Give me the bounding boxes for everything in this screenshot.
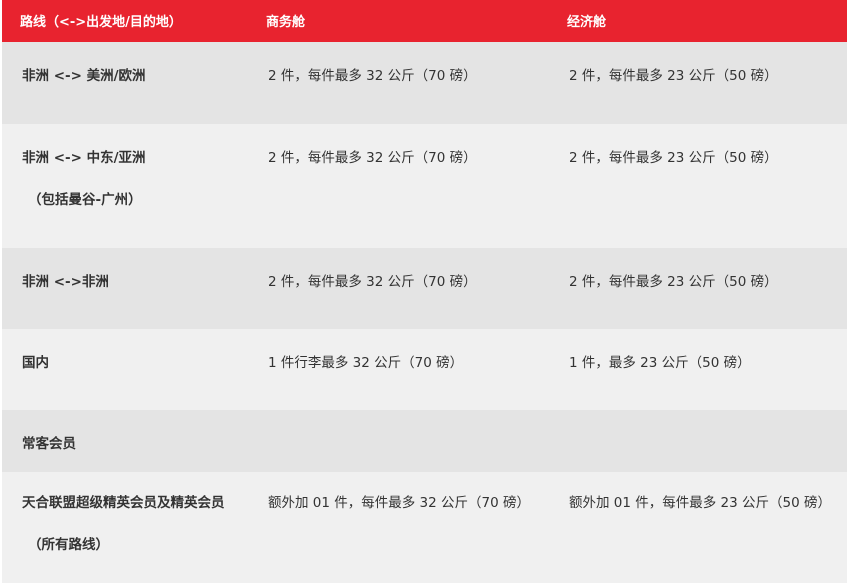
route-label: 非洲 <-> 美洲/欧洲 (22, 68, 146, 84)
route-cell: 非洲 <-> 中东/亚洲 （包括曼谷-广州） (2, 124, 248, 248)
route-label: 非洲 <-> 中东/亚洲 (22, 150, 146, 166)
route-cell: 非洲 <-> 美洲/欧洲 (2, 42, 248, 124)
table-row: 非洲 <-> 美洲/欧洲 2 件，每件最多 32 公斤（70 磅） 2 件，每件… (2, 42, 847, 124)
table-row: 国内 1 件行李最多 32 公斤（70 磅） 1 件，最多 23 公斤（50 磅… (2, 329, 847, 410)
business-allowance-cell: 2 件，每件最多 32 公斤（70 磅） (248, 42, 549, 124)
business-allowance-cell (248, 410, 549, 472)
business-allowance-cell: 2 件，每件最多 32 公斤（70 磅） (248, 124, 549, 248)
business-allowance-cell: 2 件，每件最多 32 公斤（70 磅） (248, 248, 549, 329)
route-note: （所有路线） (28, 537, 109, 553)
section-label-cell: 常客会员 (2, 410, 248, 472)
economy-allowance-cell: 1 件，最多 23 公斤（50 磅） (549, 329, 847, 410)
route-cell: 国内 (2, 329, 248, 410)
table-row: 非洲 <->非洲 2 件，每件最多 32 公斤（70 磅） 2 件，每件最多 2… (2, 248, 847, 329)
table-row: 非洲 <-> 中东/亚洲 （包括曼谷-广州） 2 件，每件最多 32 公斤（70… (2, 124, 847, 248)
route-cell: 天合联盟超级精英会员及精英会员 （所有路线） (2, 472, 248, 583)
route-cell: 非洲 <->非洲 (2, 248, 248, 329)
header-business-class: 商务舱 (248, 0, 549, 42)
economy-allowance-cell (549, 410, 847, 472)
route-note: （包括曼谷-广州） (28, 192, 142, 208)
baggage-allowance-table-wrapper: 路线（<->出发地/目的地） 商务舱 经济舱 非洲 <-> 美洲/欧洲 2 件，… (2, 0, 847, 583)
economy-allowance-cell: 2 件，每件最多 23 公斤（50 磅） (549, 42, 847, 124)
header-route: 路线（<->出发地/目的地） (2, 0, 248, 42)
economy-allowance-cell: 额外加 01 件，每件最多 23 公斤（50 磅） (549, 472, 847, 583)
economy-allowance-cell: 2 件，每件最多 23 公斤（50 磅） (549, 248, 847, 329)
header-economy-class: 经济舱 (549, 0, 847, 42)
business-allowance-cell: 1 件行李最多 32 公斤（70 磅） (248, 329, 549, 410)
section-label: 常客会员 (22, 436, 76, 452)
business-allowance-cell: 额外加 01 件，每件最多 32 公斤（70 磅） (248, 472, 549, 583)
table-header-row: 路线（<->出发地/目的地） 商务舱 经济舱 (2, 0, 847, 42)
economy-allowance-cell: 2 件，每件最多 23 公斤（50 磅） (549, 124, 847, 248)
route-label: 非洲 <->非洲 (22, 274, 109, 290)
table-row: 天合联盟超级精英会员及精英会员 （所有路线） 额外加 01 件，每件最多 32 … (2, 472, 847, 583)
baggage-allowance-table: 路线（<->出发地/目的地） 商务舱 经济舱 非洲 <-> 美洲/欧洲 2 件，… (2, 0, 847, 583)
route-label: 天合联盟超级精英会员及精英会员 (22, 495, 225, 511)
table-row: 常客会员 (2, 410, 847, 472)
route-label: 国内 (22, 355, 49, 371)
